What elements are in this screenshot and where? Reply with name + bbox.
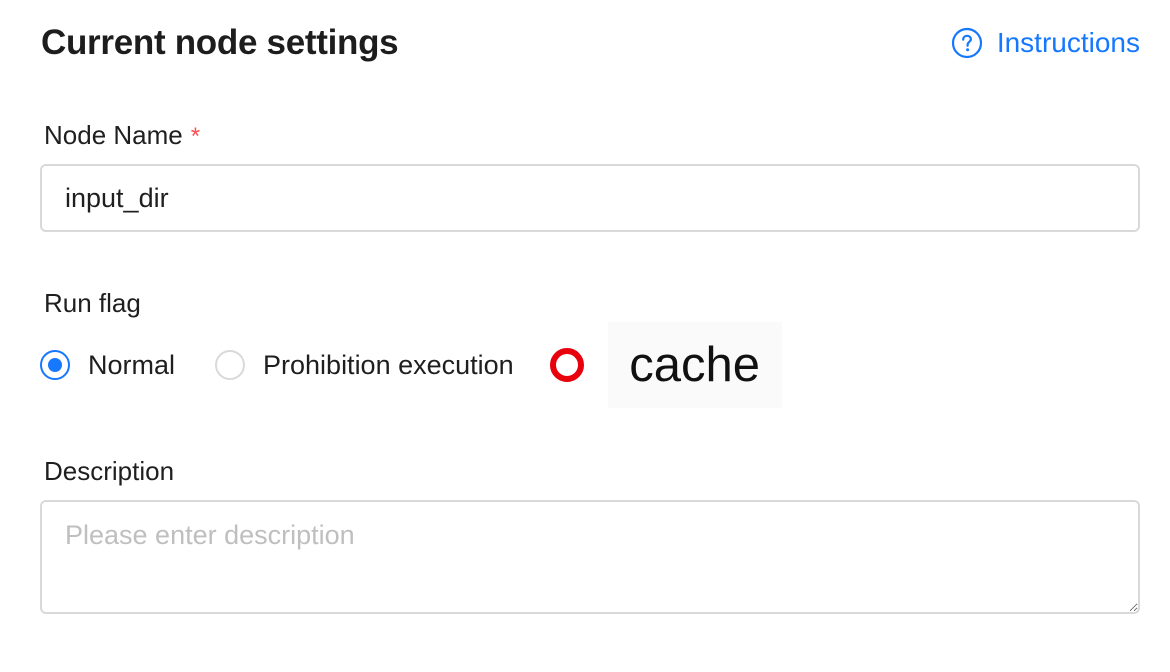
radio-label-normal: Normal — [88, 349, 176, 380]
radio-label-cache: cache — [629, 338, 761, 392]
header: Current node settings Instructions — [41, 18, 1140, 68]
cache-label-box: cache — [607, 322, 782, 408]
instructions-label: Instructions — [996, 27, 1140, 58]
instructions-link[interactable]: Instructions — [951, 27, 1140, 59]
node-settings-panel: Current node settings Instructions Node … — [0, 0, 1170, 672]
radio-label-prohibition-execution: Prohibition execution — [263, 349, 514, 380]
node-name-label-text: Node Name — [44, 120, 183, 150]
required-mark: * — [190, 123, 201, 150]
radio-option-prohibition-execution[interactable]: Prohibition execution — [215, 350, 514, 381]
run-flag-radio-group: Normal Prohibition execution cache — [40, 322, 782, 408]
question-circle-icon — [951, 27, 982, 59]
description-textarea[interactable] — [40, 500, 1140, 614]
radio-option-cache[interactable]: cache — [549, 322, 782, 408]
radio-button-cache[interactable] — [549, 348, 584, 382]
radio-selected-dot — [48, 358, 62, 372]
page-title: Current node settings — [41, 23, 399, 62]
radio-button-prohibition-execution[interactable] — [215, 350, 246, 380]
node-name-input[interactable] — [40, 164, 1140, 232]
node-name-label: Node Name * — [44, 120, 200, 151]
run-flag-label: Run flag — [44, 288, 141, 318]
radio-option-normal[interactable]: Normal — [40, 350, 175, 381]
description-label: Description — [44, 456, 175, 486]
radio-button-normal[interactable] — [40, 350, 70, 380]
